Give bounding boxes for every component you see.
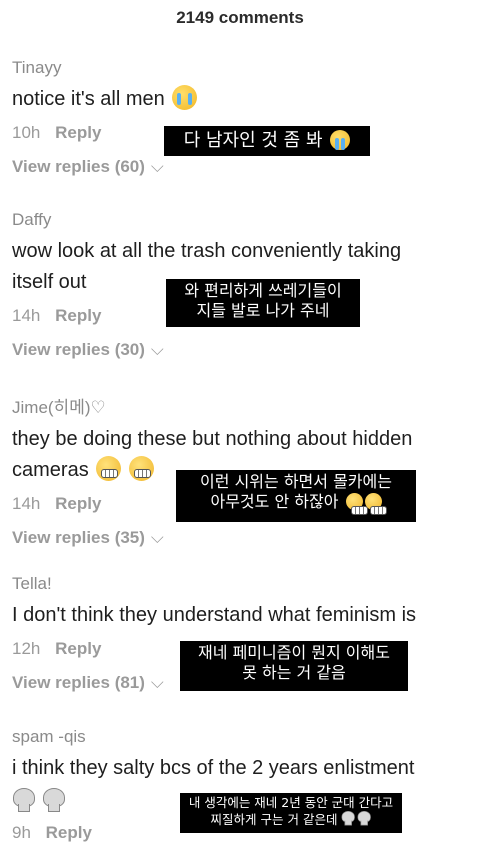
translation-text-line: 이런 시위는 하면서 몰카에는 [200,472,392,491]
view-replies-button[interactable]: View replies (60) ⌵ [12,157,472,177]
translation-caption: 이런 시위는 하면서 몰카에는 아무것도 안 하잖아 [176,470,416,522]
comment-author[interactable]: Jime(히메)♡ [12,393,472,418]
comment-text-body: I don't think they understand what femin… [12,604,417,626]
chevron-down-icon: ⌵ [150,340,164,359]
view-replies-label: View replies (35) [12,528,145,547]
comments-page: 2149 comments Tinayy notice it's all men… [0,0,480,853]
view-replies-label: View replies (81) [12,673,145,692]
chevron-down-icon: ⌵ [150,157,164,176]
reply-button[interactable]: Reply [55,306,101,325]
comment-author[interactable]: Daffy [12,210,472,230]
comment-text-line: cameras [12,459,89,481]
comment-item: Tinayy notice it's all men 10h Reply Vie… [12,58,472,177]
translation-text: 다 남자인 것 좀 봐 [183,130,323,151]
comment-text: i think they salty bcs of the 2 years en… [12,753,472,784]
translation-text-line: 지들 발로 나가 주네 [196,301,330,320]
chevron-down-icon: ⌵ [150,528,164,547]
chevron-down-icon: ⌵ [150,673,164,692]
comment-author[interactable]: Tella! [12,574,472,594]
view-replies-label: View replies (60) [12,157,145,176]
comment-text-body: notice it's all men [12,88,165,110]
reply-button[interactable]: Reply [55,123,101,142]
translation-text-line: 재네 페미니즘이 뭔지 이해도 [198,643,390,662]
view-replies-button[interactable]: View replies (35) ⌵ [12,528,472,548]
comment-text: notice it's all men [12,84,472,115]
skull-icon [341,810,356,826]
comment-time: 10h [12,123,41,142]
grimacing-face-icon [345,493,368,515]
comments-count-title: 2149 comments [176,8,304,27]
comment-text-body: i think they salty bcs of the 2 years en… [12,757,415,779]
translation-text-line-with-emoji: 찌질하게 구는 거 같은데 [180,810,402,828]
loudly-crying-face-icon [172,85,198,110]
translation-caption: 와 편리하게 쓰레기들이 지들 발로 나가 주네 [166,279,360,327]
comment-text: I don't think they understand what femin… [12,600,472,631]
translation-text-line: 찌질하게 구는 거 같은데 [210,811,338,827]
comment-text-line: they be doing these but nothing about hi… [12,428,413,450]
loudly-crying-face-icon [330,130,351,150]
translation-text-line: 와 편리하게 쓰레기들이 [184,281,342,300]
comment-time: 14h [12,306,41,325]
reply-button[interactable]: Reply [46,823,92,842]
translation-caption: 재네 페미니즘이 뭔지 이해도 못 하는 거 같음 [180,641,408,691]
translation-caption: 다 남자인 것 좀 봐 [164,126,370,156]
skull-icon [357,810,372,826]
skull-icon [12,788,35,812]
comment-time: 12h [12,639,41,658]
grimacing-face-icon [96,456,122,481]
comment-author[interactable]: spam -qis [12,727,472,747]
skull-icon [42,788,65,812]
translation-text-line: 내 생각에는 재네 2년 동안 군대 간다고 [188,795,394,810]
grimacing-face-icon [128,456,154,481]
comment-author[interactable]: Tinayy [12,58,472,78]
reply-button[interactable]: Reply [55,639,101,658]
view-replies-label: View replies (30) [12,340,145,359]
translation-caption: 내 생각에는 재네 2년 동안 군대 간다고 찌질하게 구는 거 같은데 [180,793,402,833]
translation-text-line: 아무것도 안 하잖아 [210,492,339,511]
comment-time: 14h [12,494,41,513]
reply-button[interactable]: Reply [55,494,101,513]
translation-text-line-with-emoji: 아무것도 안 하잖아 [176,492,416,515]
comment-time: 9h [12,823,31,842]
view-replies-button[interactable]: View replies (30) ⌵ [12,340,472,360]
grimacing-face-icon [364,493,387,515]
translation-text-line: 못 하는 거 같음 [242,663,346,682]
comment-text-line: wow look at all the trash conveniently t… [12,240,402,262]
